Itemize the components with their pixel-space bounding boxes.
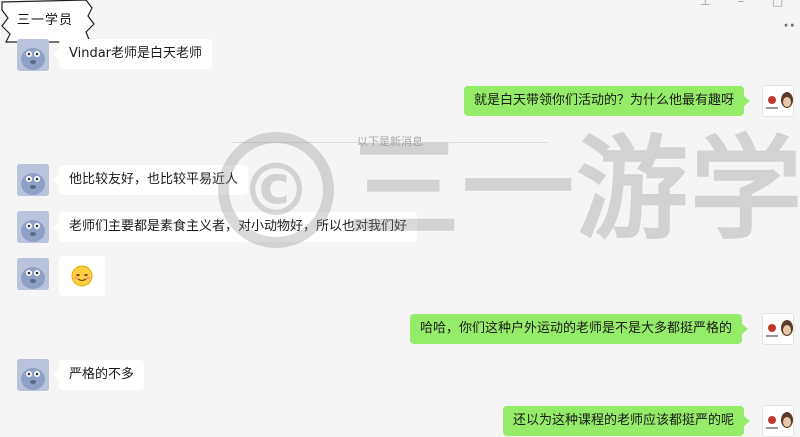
- emoji-message[interactable]: [59, 256, 105, 296]
- my-avatar[interactable]: [762, 85, 794, 117]
- maximize-icon[interactable]: □: [772, 0, 783, 8]
- message-bubble[interactable]: 他比较友好，也比较平易近人: [52, 165, 249, 195]
- contact-avatar[interactable]: [17, 359, 49, 391]
- my-avatar[interactable]: [762, 313, 794, 345]
- contact-avatar[interactable]: [17, 258, 49, 290]
- message-bubble[interactable]: 老师们主要都是素食主义者，对小动物好，所以也对我们好: [52, 212, 418, 242]
- pin-icon[interactable]: ⊥: [700, 0, 710, 8]
- message-bubble[interactable]: 哈哈，你们这种户外运动的老师是不是大多都挺严格的: [410, 314, 749, 344]
- new-messages-divider: 以下是新消息: [232, 135, 548, 148]
- more-options-icon[interactable]: ··: [783, 18, 796, 34]
- contact-avatar[interactable]: [17, 39, 49, 71]
- contact-avatar[interactable]: [17, 164, 49, 196]
- message-bubble[interactable]: Vindar老师是白天老师: [52, 39, 213, 69]
- message-bubble[interactable]: 严格的不多: [52, 360, 145, 390]
- window-controls: ⊥ – □: [700, 0, 783, 8]
- message-bubble[interactable]: 就是白天带领你们活动的？为什么他最有趣呀: [464, 86, 751, 116]
- chat-title: 三一学员: [17, 13, 74, 28]
- my-avatar[interactable]: [762, 405, 794, 437]
- contact-avatar[interactable]: [17, 211, 49, 243]
- minimize-icon[interactable]: –: [736, 0, 746, 8]
- smiling-face-icon: [71, 265, 93, 287]
- divider-line: [422, 142, 548, 143]
